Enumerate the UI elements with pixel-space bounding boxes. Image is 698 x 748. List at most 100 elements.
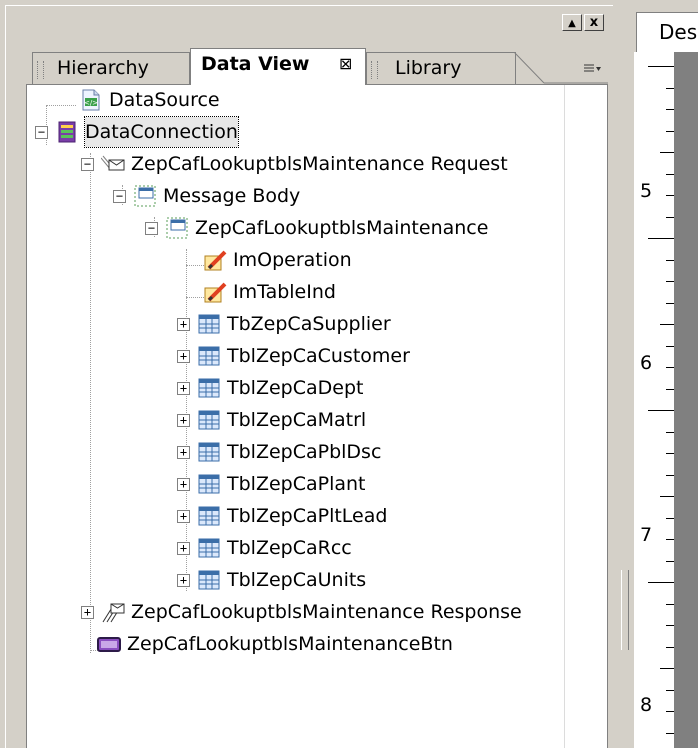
ruler-tick [666,367,674,368]
collapse-icon[interactable]: − [81,158,94,171]
tree-node-label[interactable]: TblZepCaRcc [227,533,352,563]
table-icon [197,408,221,432]
tree-connector [46,105,76,106]
tree-node-label[interactable]: TblZepCaPblDsc [227,437,381,467]
ruler-tick [660,152,674,153]
button-control-icon [97,632,121,656]
table-icon [197,504,221,528]
tab-data-view[interactable]: Data View ⊠ [190,48,366,85]
tree-node[interactable]: + TblZepCaCustomer [177,341,677,371]
ruler-tick [666,517,674,519]
tree-node-label[interactable]: ZepCafLookuptblsMaintenance Request [131,149,508,179]
tree-node-label[interactable]: ZepCafLookuptblsMaintenance Response [131,597,522,627]
tree-node-label[interactable]: TblZepCaPltLead [227,501,387,531]
ruler-number: 6 [640,352,653,374]
tree-node-label[interactable]: ZepCafLookuptblsMaintenanceBtn [127,629,453,659]
tree-node[interactable]: + TblZepCaRcc [177,533,677,563]
tree-node[interactable]: + TbZepCaSupplier [177,309,677,339]
expand-icon[interactable]: + [177,350,190,363]
close-panel-button[interactable]: x [584,14,604,31]
tree-node-label[interactable]: DataSource [109,85,220,115]
envelope-icon [100,152,125,176]
ruler-tick [666,431,674,433]
vertical-ruler: 5 6 7 8 [634,52,675,748]
tab-grip-icon [37,61,44,79]
table-icon [197,536,221,560]
expand-icon[interactable]: + [177,574,190,587]
ruler-tick [666,195,674,196]
field-edit-icon [203,280,227,304]
tree-node[interactable]: − DataConnection [35,116,535,148]
tree-node[interactable]: + TblZepCaDept [177,373,677,403]
expand-icon[interactable]: + [177,446,190,459]
tree-node[interactable]: − Message Body [113,181,613,211]
table-icon [197,312,221,336]
ruler-tick [666,732,674,734]
splitter-grip-icon[interactable] [621,570,629,650]
tree-node[interactable]: − ZepCafLookuptblsMaintenance Request [81,149,581,179]
expand-icon[interactable]: + [177,318,190,331]
tab-library[interactable]: Library [366,52,516,84]
ruler-tick [666,453,674,454]
ruler-tick [666,388,674,390]
tab-hierarchy[interactable]: Hierarchy [32,52,190,84]
tree-node-label[interactable]: TbZepCaSupplier [227,309,391,339]
tab-design[interactable]: Des [636,12,698,52]
data-tree[interactable]: </> DataSource − DataConnection − ZepCafLooku… [26,84,608,748]
table-icon [197,376,221,400]
tree-node[interactable]: + ZepCafLookuptblsMaintenance Response [81,597,581,627]
message-body-icon [165,216,189,240]
table-icon [197,440,221,464]
expand-icon[interactable]: + [81,606,94,619]
ruler-tick [666,87,674,89]
ruler-tick [666,560,674,562]
svg-text:</>: </> [84,99,98,107]
expand-icon[interactable]: + [177,414,190,427]
tree-node[interactable]: − ZepCafLookuptblsMaintenance [145,213,645,243]
design-canvas[interactable] [674,52,698,748]
collapse-icon[interactable]: − [113,190,126,203]
ruler-tick [666,109,674,110]
data-connection-icon [55,120,79,144]
tree-node[interactable]: + TblZepCaMatrl [177,405,677,435]
envelope-response-icon [101,600,125,624]
field-edit-icon [203,248,227,272]
tree-node[interactable]: + TblZepCaPltLead [177,501,677,531]
tree-node[interactable]: + TblZepCaPlant [177,469,677,499]
ruler-tick [660,496,674,497]
tree-node-label[interactable]: ImOperation [233,245,352,275]
tree-node-label[interactable]: TblZepCaMatrl [227,405,366,435]
collapse-panel-button[interactable]: ▲ [562,14,582,31]
expand-icon[interactable]: + [177,478,190,491]
pane-splitter[interactable] [618,0,632,748]
expand-icon[interactable]: + [177,382,190,395]
tree-connector [90,153,91,653]
ruler-tick [666,625,674,626]
expand-icon[interactable]: + [177,510,190,523]
tab-grip-icon [371,61,378,79]
tree-node[interactable]: ZepCafLookuptblsMaintenanceBtn [97,629,597,659]
design-pane: Des 5 6 7 8 [632,0,698,748]
table-icon [197,472,221,496]
tree-node-label[interactable]: DataConnection [84,116,239,148]
tree-node-label[interactable]: TblZepCaCustomer [227,341,410,371]
ruler-tick [666,302,674,304]
collapse-icon[interactable]: − [145,222,158,235]
tree-node-label[interactable]: TblZepCaDept [227,373,363,403]
table-icon [197,568,221,592]
menu-icon[interactable] [582,62,602,76]
tree-node-label[interactable]: TblZepCaUnits [227,565,366,595]
triangle-up-icon: ▲ [568,18,576,29]
tree-node[interactable]: + TblZepCaPblDsc [177,437,677,467]
tab-close-icon[interactable]: ⊠ [339,49,352,79]
tree-node[interactable]: </> DataSource [79,85,579,115]
tree-node-label[interactable]: TblZepCaPlant [227,469,366,499]
tree-node[interactable]: + TblZepCaUnits [177,565,677,595]
tree-node-label[interactable]: Message Body [163,181,300,211]
collapse-icon[interactable]: − [35,126,48,139]
ruler-tick [648,582,674,583]
ruler-tick [666,259,674,261]
tree-node-label[interactable]: ImTableInd [233,277,336,307]
expand-icon[interactable]: + [177,542,190,555]
tree-node-label[interactable]: ZepCafLookuptblsMaintenance [195,213,488,243]
